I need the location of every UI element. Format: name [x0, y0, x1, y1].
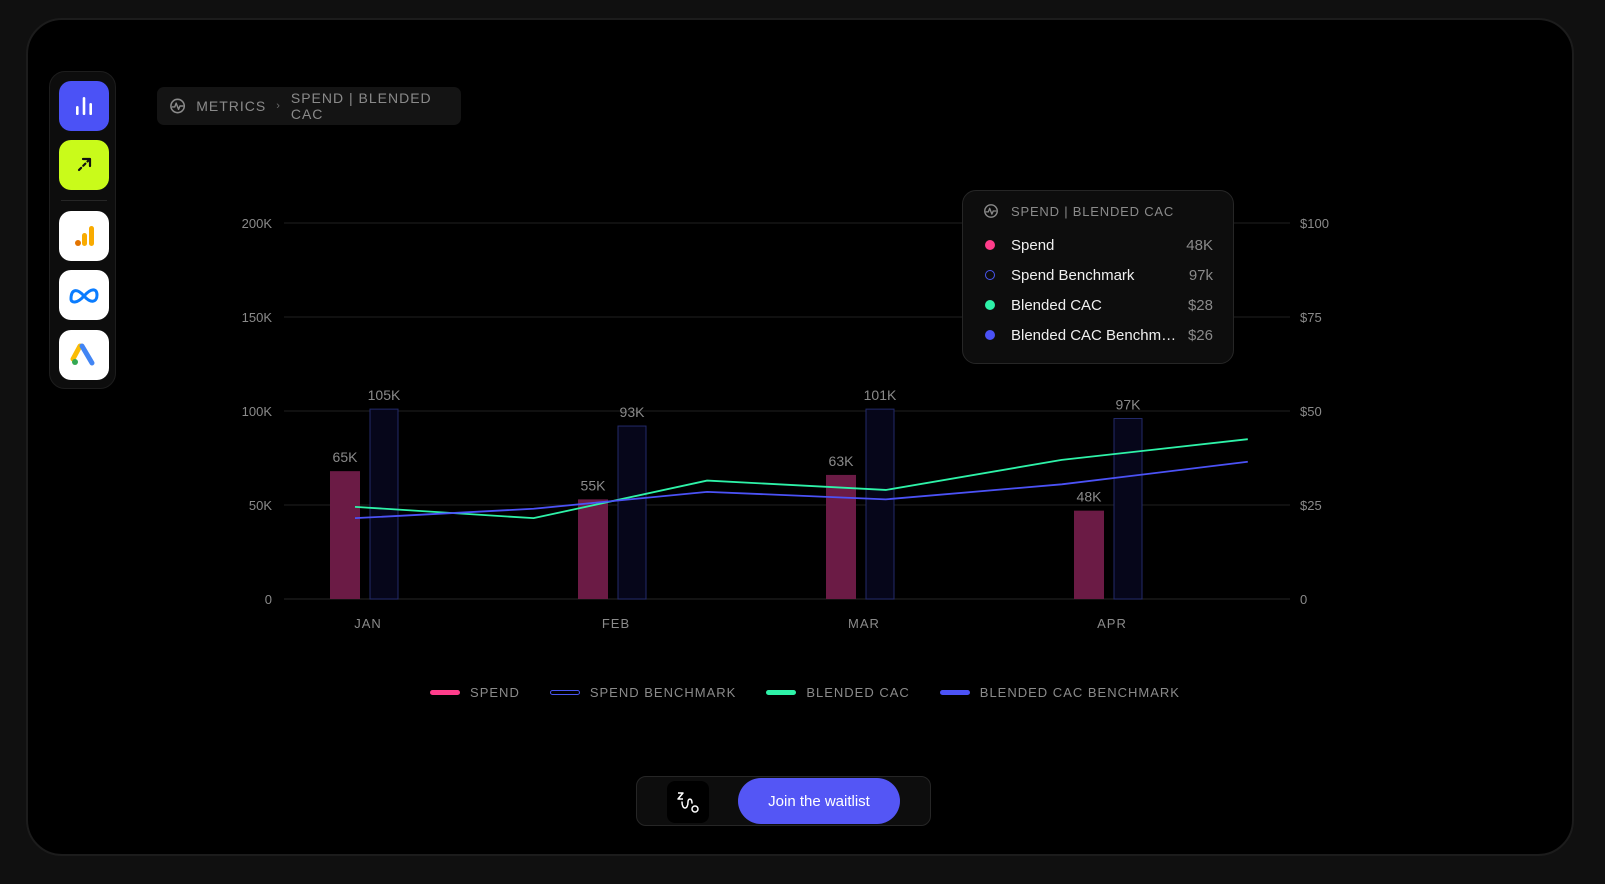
tooltip-row-label: Blended CAC [1011, 296, 1102, 314]
spend-bar [1074, 510, 1104, 599]
spend-benchmark-bar-label: 93K [620, 404, 646, 420]
y-left-tick-label: 100K [242, 404, 273, 419]
tooltip-row-value: 97k [1188, 266, 1213, 284]
tooltip-row-blended-cac: Blended CAC $28 [985, 295, 1213, 315]
x-tick-label: APR [1097, 616, 1127, 631]
spend-bar-label: 65K [333, 449, 359, 465]
legend-swatch [549, 690, 580, 695]
tooltip-row-value: $26 [1187, 326, 1213, 344]
spend-dot-icon [985, 240, 995, 250]
legend-item-blended-cac-benchmark[interactable]: BLENDED CAC BENCHMARK [939, 685, 1180, 700]
y-right-tick-label: $25 [1300, 498, 1322, 513]
blended-cac-dot-icon [985, 300, 995, 310]
legend-item-spend[interactable]: SPEND [430, 685, 520, 700]
spend-benchmark-bar [369, 408, 399, 600]
x-tick-label: JAN [354, 616, 382, 631]
join-waitlist-button[interactable]: Join the waitlist [738, 778, 900, 824]
spend-bar [826, 474, 856, 599]
legend-item-spend-benchmark[interactable]: SPEND BENCHMARK [549, 685, 737, 700]
spend-benchmark-bar-label: 101K [864, 387, 897, 403]
spend-benchmark-dot-icon [985, 270, 995, 280]
tooltip-row-label: Spend Benchmark [1011, 266, 1135, 284]
spend-bar-label: 48K [1077, 489, 1103, 505]
y-left-tick-label: 0 [265, 592, 272, 607]
brand-logo-icon[interactable] [667, 781, 709, 823]
y-right-tick-label: 0 [1300, 592, 1307, 607]
spend-bar-label: 63K [829, 453, 855, 469]
spend-benchmark-bar [617, 425, 647, 600]
y-right-tick-label: $75 [1300, 310, 1322, 325]
blended-cac-benchmark-dot-icon [985, 330, 995, 340]
tooltip-row-blended-cac-benchmark: Blended CAC Benchmark $26 [985, 325, 1213, 345]
x-tick-label: FEB [602, 616, 630, 631]
y-right-tick-label: $100 [1300, 216, 1329, 231]
tooltip-row-label: Blended CAC Benchmark [1011, 326, 1180, 344]
spend-benchmark-bar [865, 408, 895, 600]
tooltip-row-spend: Spend 48K [985, 235, 1213, 255]
legend-label: SPEND BENCHMARK [589, 685, 737, 700]
x-tick-label: MAR [848, 616, 880, 631]
legend-label: SPEND [470, 685, 520, 700]
chart-legend: SPEND SPEND BENCHMARK BLENDED CAC BLENDE… [28, 685, 1572, 700]
spend-bar [578, 499, 608, 599]
spend-benchmark-bar-label: 105K [368, 387, 401, 403]
tooltip-row-value: 48K [1186, 236, 1213, 254]
spend-bar [330, 471, 360, 599]
legend-label: BLENDED CAC [806, 685, 910, 700]
legend-swatch [939, 690, 970, 695]
app-frame: METRICS › SPEND | BLENDED CAC 0 0 50K $25 10… [26, 18, 1574, 856]
tooltip-title: SPEND | BLENDED CAC [1011, 203, 1175, 219]
metrics-icon [984, 204, 998, 218]
y-left-tick-label: 150K [242, 310, 273, 325]
waitlist-cta: Join the waitlist [636, 776, 931, 826]
spend-benchmark-bar [1113, 418, 1143, 600]
y-left-tick-label: 50K [249, 498, 272, 513]
chart-tooltip: SPEND | BLENDED CAC Spend 48K Spend Benc… [962, 190, 1234, 364]
legend-swatch [766, 690, 797, 695]
tooltip-row-value: $28 [1187, 296, 1213, 314]
spend-cac-chart: 0 0 50K $25 100K $50 150K $75 200K $100 JAN FEB MAR A… [242, 216, 1329, 631]
tooltip-row-spend-benchmark: Spend Benchmark 97k [985, 265, 1213, 285]
legend-swatch [430, 690, 461, 695]
legend-label: BLENDED CAC BENCHMARK [979, 685, 1180, 700]
spend-benchmark-bar-label: 97K [1116, 397, 1142, 413]
tooltip-row-label: Spend [1011, 236, 1055, 254]
legend-item-blended-cac[interactable]: BLENDED CAC [766, 685, 909, 700]
spend-bar-label: 55K [581, 477, 607, 493]
y-right-tick-label: $50 [1300, 404, 1322, 419]
y-left-tick-label: 200K [242, 216, 273, 231]
